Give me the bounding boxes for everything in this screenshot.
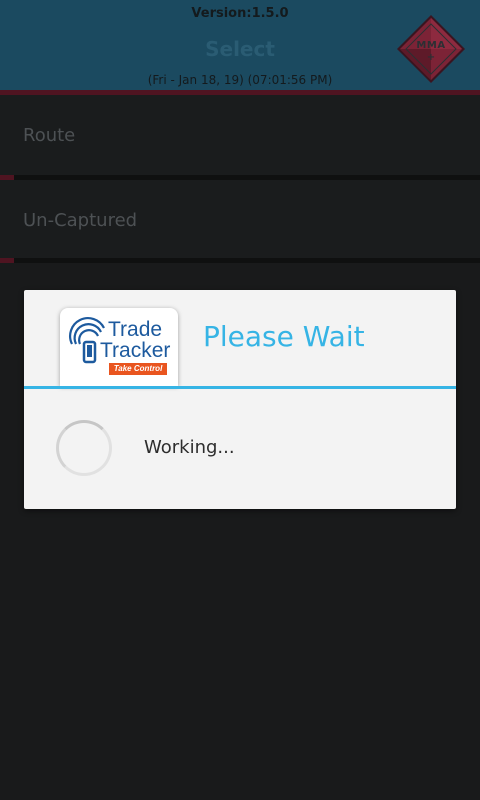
dialog-title: Please Wait <box>203 320 365 353</box>
menu-item-label: Route <box>23 125 76 146</box>
app-header: Version:1.5.0 Select (Fri - Jan 18, 19) … <box>0 0 480 90</box>
progress-dialog: Trade Tracker Take Control Please Wait W… <box>24 290 456 509</box>
brand-line-tracker: Tracker <box>100 339 171 362</box>
logo-plus: + <box>426 52 436 63</box>
dialog-message: Working... <box>144 437 235 458</box>
loading-spinner-icon <box>56 420 112 476</box>
menu-item-route[interactable]: Route <box>0 95 480 175</box>
menu-divider <box>0 258 480 263</box>
mma-logo-button[interactable]: MMA + <box>396 14 466 84</box>
dialog-header: Trade Tracker Take Control Please Wait <box>24 290 456 386</box>
dialog-divider <box>24 386 456 389</box>
brand-tagline: Take Control <box>109 363 167 375</box>
menu-item-un-captured[interactable]: Un-Captured <box>0 180 480 260</box>
logo-text: MMA <box>416 40 446 51</box>
trade-tracker-logo: Trade Tracker Take Control <box>60 308 178 386</box>
menu-item-label: Un-Captured <box>23 210 138 231</box>
